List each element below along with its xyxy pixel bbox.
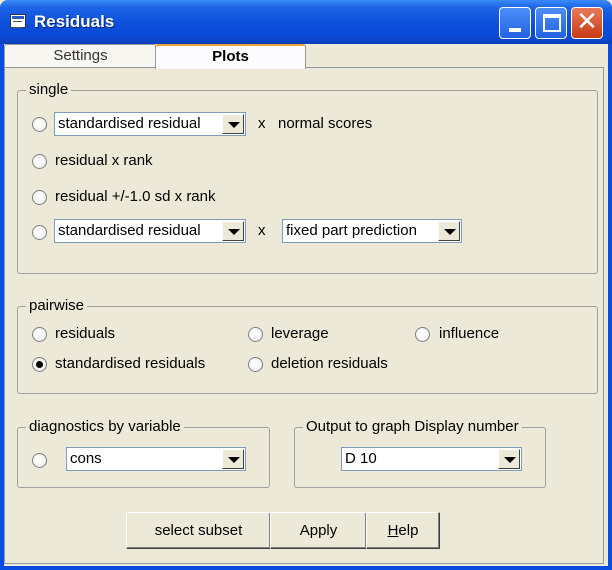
combo-value: standardised residual [58,222,201,239]
tab-settings[interactable]: Settings [4,44,157,68]
pairwise-leverage-label: leverage [271,325,329,342]
display-number-combo[interactable]: D 10 [341,447,522,471]
tab-plots[interactable]: Plots [155,44,306,69]
single-row4-radio[interactable] [32,225,47,240]
close-icon: ✕ [576,7,598,37]
single-row1-radio[interactable] [32,117,47,132]
help-button[interactable]: Help [366,512,440,549]
title-bar[interactable]: Residuals ✕ [0,0,612,44]
diagnostics-group-legend: diagnostics by variable [26,418,184,436]
pairwise-standardised-residuals-label: standardised residuals [55,355,206,372]
diagnostics-group: diagnostics by variable cons [17,418,270,488]
single-row4-combo-residual[interactable]: standardised residual [54,219,246,243]
close-button[interactable]: ✕ [571,7,603,39]
pairwise-deletion-residuals-radio[interactable] [248,357,263,372]
chevron-down-icon[interactable] [222,449,244,469]
window-title: Residuals [34,12,115,31]
pairwise-influence-label: influence [439,325,500,342]
single-group: single standardised residual x normal sc… [17,81,598,274]
combo-value: cons [70,450,102,467]
pairwise-leverage-radio[interactable] [248,327,263,342]
minimize-icon [509,28,521,32]
residual-sd-rank-label: residual +/-1.0 sd x rank [55,188,216,205]
maximize-button[interactable] [535,7,567,39]
pairwise-deletion-residuals-label: deletion residuals [271,355,388,372]
single-row2-radio[interactable] [32,154,47,169]
apply-button[interactable]: Apply [270,512,367,549]
select-subset-button[interactable]: select subset [126,512,271,549]
chevron-down-icon[interactable] [498,449,520,469]
diagnostics-variable-combo[interactable]: cons [66,447,246,471]
pairwise-standardised-residuals-radio[interactable] [32,357,47,372]
output-group: Output to graph Display number D 10 [294,418,546,488]
pairwise-residuals-radio[interactable] [32,327,47,342]
pairwise-group-legend: pairwise [26,297,88,315]
combo-value: standardised residual [58,115,201,132]
maximize-icon [543,14,561,32]
chevron-down-icon[interactable] [222,221,244,241]
diagnostics-radio[interactable] [32,453,47,468]
pairwise-residuals-label: residuals [55,325,116,342]
residual-rank-label: residual x rank [55,152,153,169]
output-group-legend: Output to graph Display number [303,418,522,436]
combo-value: fixed part prediction [286,222,417,239]
app-icon [10,14,26,28]
single-row1-combo-residual[interactable]: standardised residual [54,112,246,136]
single-group-legend: single [26,81,72,99]
plots-tab-page: single standardised residual x normal sc… [4,67,604,564]
pairwise-group: pairwise residuals leverage influence st… [17,297,598,394]
chevron-down-icon[interactable] [438,221,460,241]
pairwise-influence-radio[interactable] [415,327,430,342]
normal-scores-label: normal scores [278,115,373,132]
chevron-down-icon[interactable] [222,114,244,134]
combo-value: D 10 [345,450,377,467]
single-row3-radio[interactable] [32,190,47,205]
minimize-button[interactable] [499,7,531,39]
single-row4-combo-prediction[interactable]: fixed part prediction [282,219,462,243]
times-label: x [258,222,266,239]
times-label: x [258,115,266,132]
